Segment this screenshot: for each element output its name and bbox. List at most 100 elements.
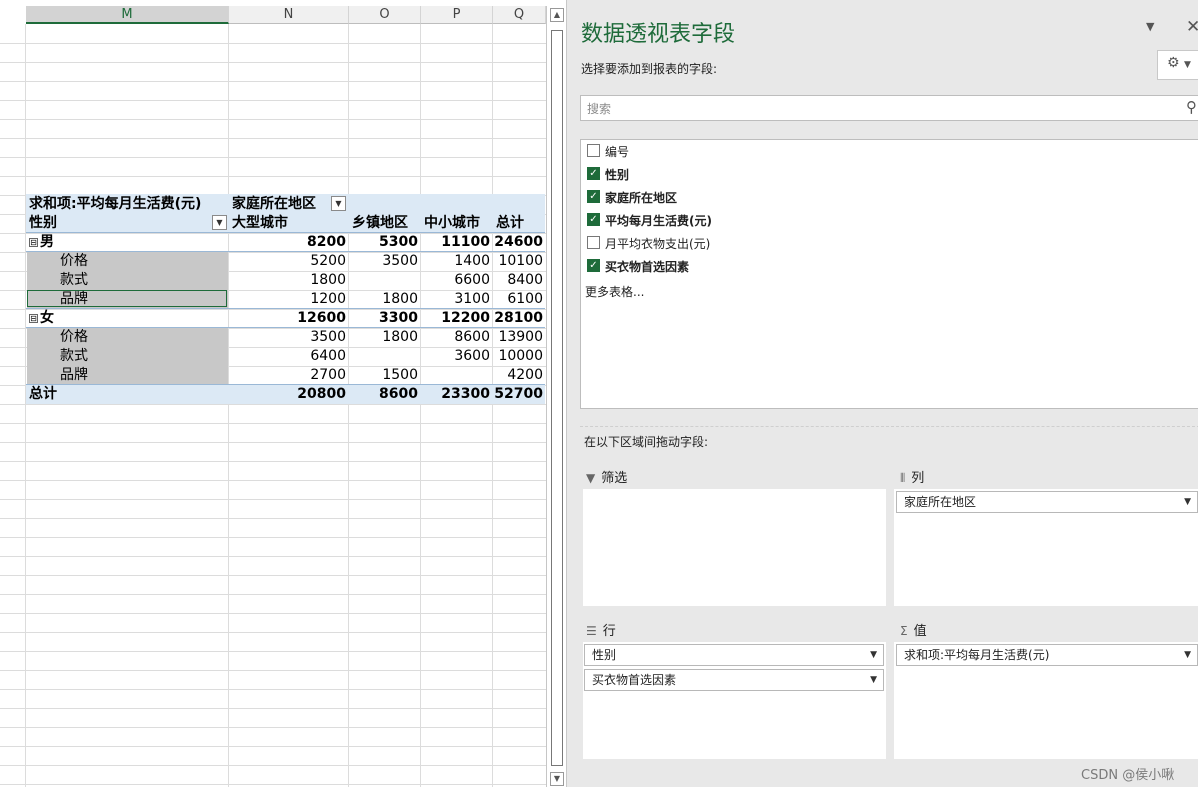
columns-area-header: ⦀ 列	[900, 467, 924, 486]
tools-gear-button[interactable]: ⚙ ▼	[1157, 50, 1198, 80]
pivot-cell[interactable]: 1800	[349, 290, 421, 309]
pivot-cell[interactable]: 1800	[349, 328, 421, 347]
checkbox[interactable]	[587, 236, 600, 249]
row-field-pill[interactable]: 买衣物首选因素 ▼	[584, 669, 884, 691]
value-field-pill[interactable]: 求和项:平均每月生活费(元) ▼	[896, 644, 1198, 666]
gridline	[0, 556, 546, 557]
pivot-group-row[interactable]: ⊟ 女	[29, 309, 54, 328]
gridline	[0, 119, 546, 120]
pivot-value-field-header[interactable]: 求和项:平均每月生活费(元)	[29, 195, 201, 214]
field-label: 编号	[605, 145, 630, 159]
chevron-down-icon[interactable]: ▼	[870, 645, 877, 665]
grand-total-cell[interactable]: 52700	[493, 385, 546, 404]
pivot-column-field-header[interactable]: 家庭所在地区	[232, 195, 316, 214]
pivot-cell[interactable]: 6600	[421, 271, 493, 290]
pivot-cell[interactable]: 3500	[229, 328, 349, 347]
search-icon[interactable]: ⚲	[1186, 98, 1197, 116]
scroll-up-icon[interactable]: ▲	[550, 8, 564, 22]
active-cell-selection[interactable]	[27, 290, 227, 307]
checkbox[interactable]: ✓	[587, 213, 600, 226]
field-label: 平均每月生活费(元)	[605, 214, 712, 228]
spreadsheet-grid[interactable]: M N O P Q 求和项:平均每月生活费(元) 家庭所在地区 ▼ 性别 ▼ 大…	[0, 0, 546, 787]
more-tables-link[interactable]: 更多表格...	[585, 283, 644, 300]
row-field-pill[interactable]: 性别 ▼	[584, 644, 884, 666]
column-filter-dropdown-icon[interactable]: ▼	[331, 196, 346, 211]
column-header-o[interactable]: O	[349, 6, 421, 24]
gridline	[0, 404, 546, 405]
column-header-n[interactable]: N	[229, 6, 349, 24]
pivot-cell[interactable]: 10000	[493, 347, 546, 366]
field-label: 买衣物首选因素	[605, 260, 690, 274]
chevron-down-icon[interactable]: ▼	[870, 670, 877, 690]
pivot-cell[interactable]	[349, 347, 421, 366]
pivot-cell[interactable]: 6100	[493, 290, 546, 309]
collapse-icon[interactable]: ⊟	[29, 238, 38, 247]
rows-area-header: ☰ 行	[586, 620, 616, 639]
group-subtotal[interactable]: 12600	[229, 309, 349, 328]
grand-total-cell[interactable]: 8600	[349, 385, 421, 404]
group-subtotal[interactable]: 11100	[421, 233, 493, 252]
checkbox[interactable]: ✓	[587, 190, 600, 203]
checkbox[interactable]	[587, 144, 600, 157]
field-search-input[interactable]: 搜索 ⚲	[580, 95, 1198, 121]
pivot-cell[interactable]: 1800	[229, 271, 349, 290]
scroll-down-icon[interactable]: ▼	[550, 772, 564, 786]
pivot-item-label[interactable]: 品牌	[60, 290, 88, 309]
pivot-cell[interactable]: 2700	[229, 366, 349, 385]
grand-total-cell[interactable]: 20800	[229, 385, 349, 404]
column-header-m[interactable]: M	[26, 6, 229, 24]
column-header-p[interactable]: P	[421, 6, 493, 24]
column-header-q[interactable]: Q	[493, 6, 546, 24]
gridline	[0, 594, 546, 595]
field-label: 月平均衣物支出(元)	[605, 237, 711, 251]
group-subtotal[interactable]: 3300	[349, 309, 421, 328]
filters-drop-area[interactable]	[583, 489, 886, 606]
pivot-cell[interactable]: 8400	[493, 271, 546, 290]
chevron-down-icon[interactable]: ▼	[1184, 645, 1191, 665]
pivot-group-row[interactable]: ⊟ 男	[29, 233, 54, 252]
pivot-cell[interactable]: 1200	[229, 290, 349, 309]
pivot-cell[interactable]: 4200	[493, 366, 546, 385]
checkbox[interactable]: ✓	[587, 259, 600, 272]
pivot-cell[interactable]: 1400	[421, 252, 493, 271]
pivot-cell[interactable]	[349, 271, 421, 290]
close-icon[interactable]: ✕	[1186, 17, 1198, 37]
pivot-cell[interactable]: 3100	[421, 290, 493, 309]
pivot-item-label[interactable]: 款式	[60, 271, 88, 290]
pivot-cell[interactable]: 3600	[421, 347, 493, 366]
group-subtotal[interactable]: 8200	[229, 233, 349, 252]
filters-area-label: 筛选	[601, 471, 628, 486]
pivot-row-field-header[interactable]: 性别	[29, 214, 57, 233]
chevron-down-icon[interactable]: ▼	[1184, 492, 1191, 512]
pivot-item-label[interactable]: 品牌	[60, 366, 88, 385]
group-subtotal[interactable]: 24600	[493, 233, 546, 252]
pivot-cell[interactable]: 10100	[493, 252, 546, 271]
gridline	[0, 746, 546, 747]
grand-total-cell[interactable]: 23300	[421, 385, 493, 404]
grand-total-label[interactable]: 总计	[29, 385, 57, 404]
collapse-icon[interactable]: ⊟	[29, 314, 38, 323]
scroll-thumb[interactable]	[551, 30, 563, 766]
pivot-cell[interactable]: 5200	[229, 252, 349, 271]
pivot-cell[interactable]: 8600	[421, 328, 493, 347]
group-subtotal[interactable]: 5300	[349, 233, 421, 252]
column-field-pill[interactable]: 家庭所在地区 ▼	[896, 491, 1198, 513]
pivot-item-label[interactable]: 款式	[60, 347, 88, 366]
pivot-cell[interactable]	[421, 366, 493, 385]
group-subtotal[interactable]: 12200	[421, 309, 493, 328]
vertical-scrollbar[interactable]: ▲ ▼	[546, 6, 566, 787]
group-subtotal[interactable]: 28100	[493, 309, 546, 328]
checkbox[interactable]: ✓	[587, 167, 600, 180]
pivot-cell[interactable]: 1500	[349, 366, 421, 385]
pivot-item-label[interactable]: 价格	[60, 328, 88, 347]
pivot-cell[interactable]: 6400	[229, 347, 349, 366]
pivot-item-label[interactable]: 价格	[60, 252, 88, 271]
pane-title: 数据透视表字段	[581, 22, 736, 47]
pivot-cell[interactable]: 3500	[349, 252, 421, 271]
splitter[interactable]	[580, 426, 1198, 427]
pane-divider[interactable]	[566, 0, 567, 787]
row-filter-dropdown-icon[interactable]: ▼	[212, 215, 227, 230]
pane-options-dropdown-icon[interactable]: ▼	[1146, 20, 1154, 33]
pivot-cell[interactable]: 13900	[493, 328, 546, 347]
column-header-label: 中小城市	[424, 215, 480, 231]
